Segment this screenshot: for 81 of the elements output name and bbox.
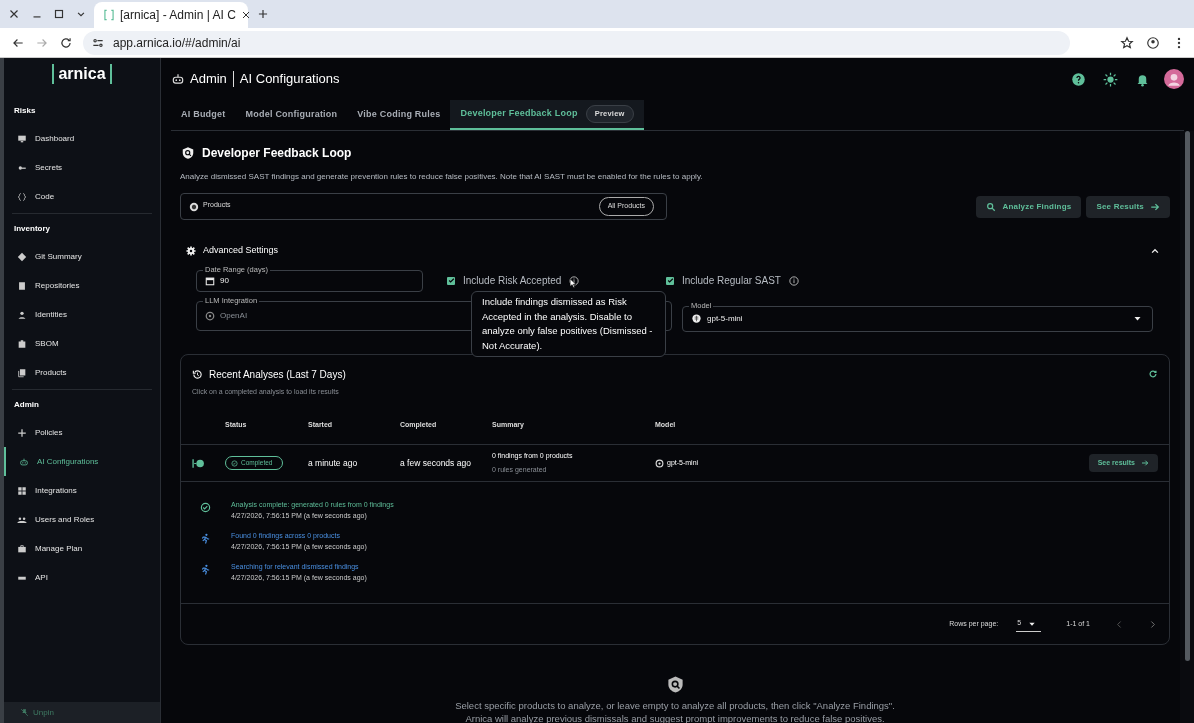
bracket-icon	[102, 8, 116, 22]
timeline-collapse-icon[interactable]	[192, 456, 205, 470]
sidebar-item[interactable]: Git Summary	[4, 242, 160, 271]
tab[interactable]: Model Configuration	[235, 100, 348, 130]
page-title: AI Configurations	[239, 70, 340, 89]
logo: arnica	[52, 64, 112, 84]
see-results-button[interactable]: See Results	[1086, 195, 1170, 218]
person-icon	[17, 309, 27, 320]
sidebar-item[interactable]: Products	[4, 358, 160, 387]
empty-state-text: Select specific products to analyze, or leave empty to analyze all products, then click "Analyze Findings".	[455, 700, 895, 712]
info-icon[interactable]	[569, 275, 580, 286]
arrow-right-icon	[1150, 201, 1160, 212]
arrow-right-icon	[1141, 459, 1149, 467]
star-icon[interactable]	[1120, 35, 1134, 50]
check-circle-icon	[200, 502, 211, 513]
sidebar-item[interactable]: Secrets	[4, 153, 160, 182]
section-title: Inventory	[13, 223, 51, 235]
shield-search-icon	[181, 146, 195, 160]
tab-title: [arnica] - Admin | AI C	[120, 7, 236, 24]
checkbox[interactable]	[447, 276, 455, 285]
table-cell-text: a minute ago	[308, 456, 359, 470]
monitor-icon	[17, 133, 27, 144]
code-braces-icon	[17, 191, 27, 202]
profile-icon[interactable]	[1146, 35, 1160, 50]
checkbox-label: Include Regular SAST	[682, 274, 781, 288]
sidebar-item[interactable]: Users and Roles	[4, 505, 160, 534]
git-diamond-icon	[17, 251, 27, 262]
sidebar-item[interactable]: SBOM	[4, 329, 160, 358]
check-icon	[666, 277, 674, 284]
check-circle-icon	[231, 459, 238, 467]
sidebar-item[interactable]: AI Configurations	[4, 447, 160, 476]
dropdown-caret-icon	[1133, 314, 1142, 323]
history-icon	[192, 368, 203, 380]
tab[interactable]: Vibe Coding Rules	[347, 100, 451, 130]
sidebar-item[interactable]: Identities	[4, 300, 160, 329]
pin-off-icon	[20, 708, 29, 717]
scrollbar-thumb[interactable]	[1184, 131, 1190, 661]
sidebar-item[interactable]: Policies	[4, 418, 160, 447]
check-icon	[447, 277, 455, 284]
refresh-icon[interactable]	[1148, 369, 1158, 379]
sidebar-item[interactable]: Code	[4, 182, 160, 211]
section-title: Risks	[13, 105, 37, 117]
running-figure-icon	[200, 533, 211, 544]
shield-search-icon	[665, 675, 685, 694]
url-text: app.arnica.io/#/admin/ai	[113, 34, 241, 52]
calendar-icon	[205, 275, 215, 286]
sidebar-item[interactable]: Repositories	[4, 271, 160, 300]
breadcrumb-section: Admin	[190, 69, 227, 89]
card-title: Recent Analyses (Last 7 Days)	[209, 367, 347, 382]
advanced-settings-header[interactable]: Advanced Settings	[186, 244, 1160, 258]
tab[interactable]: AI Budget	[171, 100, 236, 130]
browser-tab[interactable]: [arnica] - Admin | AI C	[94, 2, 248, 28]
grid-icon	[17, 485, 27, 496]
reload-icon[interactable]	[59, 35, 73, 50]
checkbox[interactable]	[666, 276, 674, 285]
robot-icon	[19, 456, 29, 467]
robot-icon	[171, 72, 185, 86]
briefcase-icon	[17, 543, 27, 554]
url-field[interactable]: app.arnica.io/#/admin/ai	[83, 30, 1070, 55]
section-title: Admin	[13, 399, 40, 411]
running-figure-icon	[200, 564, 211, 575]
sidebar-item[interactable]: API	[4, 563, 160, 592]
description: Analyze dismissed SAST findings and generate prevention rules to reduce false positives. Note that AI SAST must be enabled for the rules to apply.	[180, 171, 704, 183]
sidebar-item[interactable]: Manage Plan	[4, 534, 160, 563]
gear-icon	[186, 245, 196, 256]
copy-icon	[17, 367, 27, 378]
table-cell-text: a few seconds ago	[400, 456, 472, 470]
package-icon	[17, 338, 27, 349]
help-icon[interactable]	[1071, 71, 1086, 87]
checkbox-label: Include Risk Accepted	[463, 274, 562, 288]
sidebar-item[interactable]: Dashboard	[4, 124, 160, 153]
avatar-icon[interactable]	[1164, 69, 1184, 89]
maximize-icon[interactable]	[52, 7, 66, 21]
section-title: Developer Feedback Loop	[202, 145, 352, 162]
tooltip: Include findings dismissed as Risk Accepted in the analysis. Disable to analyze only false positives (Dismissed - Not Accurate).	[471, 291, 666, 357]
sidebar-item[interactable]: Integrations	[4, 476, 160, 505]
chevron-right-icon[interactable]	[1148, 619, 1157, 629]
cursor-icon	[568, 277, 578, 289]
analyze-findings-button[interactable]: Analyze Findings	[976, 195, 1082, 218]
search-icon	[986, 201, 997, 212]
sun-icon[interactable]	[1103, 71, 1118, 87]
